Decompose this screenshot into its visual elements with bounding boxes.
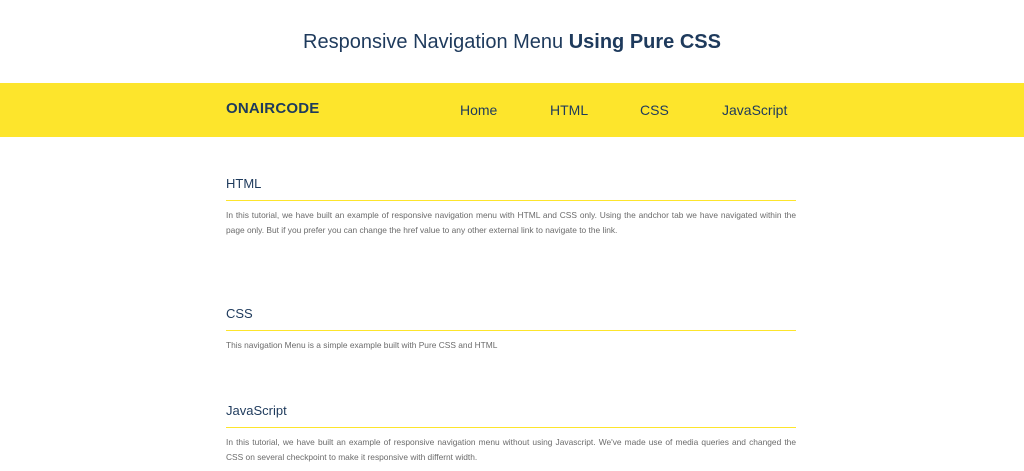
section-text: In this tutorial, we have built an examp… <box>226 437 796 462</box>
brand-logo[interactable]: ONAIRCODE <box>226 83 319 137</box>
page-title: Responsive Navigation Menu Using Pure CS… <box>0 28 1024 56</box>
section-title: HTML <box>226 176 796 201</box>
nav-link-javascript[interactable]: JavaScript <box>722 83 787 137</box>
page-title-bold: Using Pure CSS <box>568 31 721 53</box>
section-text: In this tutorial, we have built an examp… <box>226 210 796 235</box>
nav-link-css[interactable]: CSS <box>640 83 669 137</box>
section-title: CSS <box>226 306 796 331</box>
navigation-bar: ONAIRCODE Home HTML CSS JavaScript <box>0 83 1024 137</box>
section-css: CSS This navigation Menu is a simple exa… <box>226 306 796 353</box>
nav-link-html[interactable]: HTML <box>550 83 588 137</box>
nav-link-home[interactable]: Home <box>460 83 497 137</box>
section-title: JavaScript <box>226 403 796 428</box>
section-javascript: JavaScript In this tutorial, we have bui… <box>226 403 796 465</box>
page-title-normal: Responsive Navigation Menu <box>303 31 569 53</box>
section-text: This navigation Menu is a simple example… <box>226 340 498 350</box>
section-html: HTML In this tutorial, we have built an … <box>226 176 796 238</box>
